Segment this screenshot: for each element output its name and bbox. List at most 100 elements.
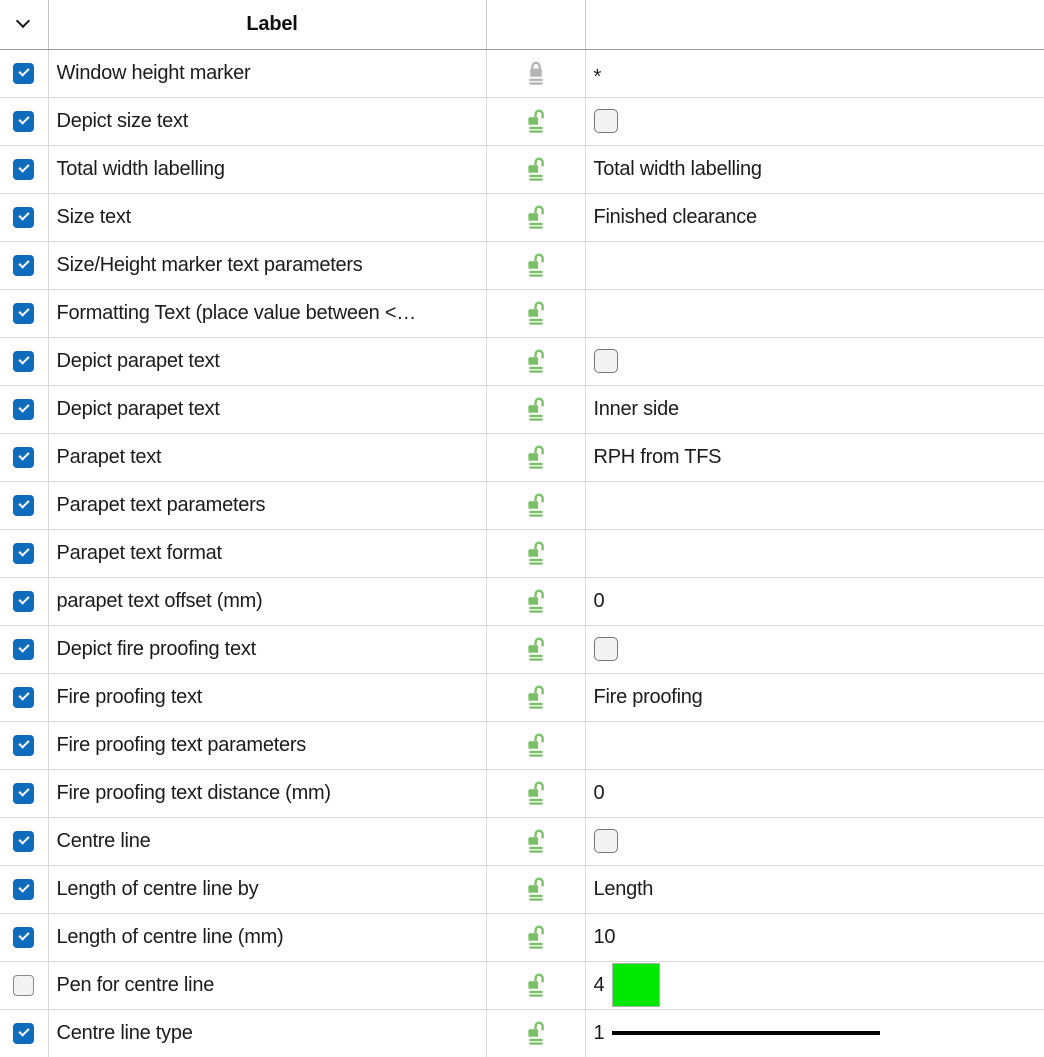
lock-open-icon[interactable] (523, 635, 549, 663)
row-label-cell[interactable]: Window height marker (48, 49, 487, 98)
table-row[interactable]: Parapet text format (0, 529, 1044, 578)
lock-open-icon[interactable] (523, 587, 549, 615)
row-label-cell[interactable]: Parapet text format (48, 529, 487, 578)
row-lock-cell[interactable] (486, 337, 586, 386)
row-enable-checkbox-cell[interactable] (0, 241, 49, 290)
column-header-value[interactable] (585, 0, 1044, 50)
table-row[interactable]: Parapet text parameters (0, 481, 1044, 530)
column-header-label[interactable]: Label (48, 0, 487, 50)
lock-open-icon[interactable] (523, 203, 549, 231)
row-label-cell[interactable]: Depict size text (48, 97, 487, 146)
row-lock-cell[interactable] (486, 49, 586, 98)
table-row[interactable]: Pen for centre line 4 (0, 961, 1044, 1010)
table-row[interactable]: Fire proofing text parameters (0, 721, 1044, 770)
checkbox-checked-icon[interactable] (13, 494, 35, 516)
lock-open-icon[interactable] (523, 1019, 549, 1047)
lock-open-icon[interactable] (523, 299, 549, 327)
row-value-cell[interactable]: Length (585, 865, 1044, 914)
row-lock-cell[interactable] (486, 673, 586, 722)
row-lock-cell[interactable] (486, 289, 586, 338)
row-enable-checkbox-cell[interactable] (0, 961, 49, 1010)
row-value-cell[interactable]: RPH from TFS (585, 433, 1044, 482)
row-enable-checkbox-cell[interactable] (0, 337, 49, 386)
row-value-cell[interactable]: * (585, 49, 1044, 98)
table-row[interactable]: Length of centre line by Length (0, 865, 1044, 914)
row-enable-checkbox-cell[interactable] (0, 913, 49, 962)
row-lock-cell[interactable] (486, 961, 586, 1010)
value-checkbox-unchecked-icon[interactable] (593, 637, 618, 661)
row-enable-checkbox-cell[interactable] (0, 433, 49, 482)
lock-open-icon[interactable] (523, 683, 549, 711)
row-label-cell[interactable]: Size text (48, 193, 487, 242)
lock-closed-icon[interactable] (523, 59, 549, 87)
table-row[interactable]: Depict size text (0, 97, 1044, 146)
row-enable-checkbox-cell[interactable] (0, 289, 49, 338)
row-value-cell[interactable] (585, 97, 1044, 146)
row-lock-cell[interactable] (486, 721, 586, 770)
lock-open-icon[interactable] (523, 779, 549, 807)
row-label-cell[interactable]: Depict fire proofing text (48, 625, 487, 674)
row-value-cell[interactable]: 0 (585, 577, 1044, 626)
checkbox-checked-icon[interactable] (13, 302, 35, 324)
lock-open-icon[interactable] (523, 971, 549, 999)
value-checkbox-unchecked-icon[interactable] (593, 829, 618, 853)
row-lock-cell[interactable] (486, 481, 586, 530)
table-row[interactable]: Fire proofing text Fire proofing (0, 673, 1044, 722)
checkbox-checked-icon[interactable] (13, 110, 35, 132)
table-row[interactable]: Parapet text RPH from TFS (0, 433, 1044, 482)
row-value-cell[interactable] (585, 625, 1044, 674)
checkbox-checked-icon[interactable] (13, 926, 35, 948)
row-lock-cell[interactable] (486, 865, 586, 914)
row-label-cell[interactable]: Depict parapet text (48, 337, 487, 386)
row-label-cell[interactable]: parapet text offset (mm) (48, 577, 487, 626)
row-value-cell[interactable]: Inner side (585, 385, 1044, 434)
lock-open-icon[interactable] (523, 347, 549, 375)
row-value-cell[interactable]: 4 (585, 961, 1044, 1010)
table-row[interactable]: Centre line (0, 817, 1044, 866)
row-label-cell[interactable]: Formatting Text (place value between <… (48, 289, 487, 338)
row-value-cell[interactable] (585, 481, 1044, 530)
row-lock-cell[interactable] (486, 913, 586, 962)
row-enable-checkbox-cell[interactable] (0, 481, 49, 530)
row-label-cell[interactable]: Centre line type (48, 1009, 487, 1057)
row-value-cell[interactable] (585, 721, 1044, 770)
table-row[interactable]: parapet text offset (mm) 0 (0, 577, 1044, 626)
row-lock-cell[interactable] (486, 145, 586, 194)
row-lock-cell[interactable] (486, 577, 586, 626)
checkbox-checked-icon[interactable] (13, 830, 35, 852)
table-row[interactable]: Size text Finished clearance (0, 193, 1044, 242)
row-lock-cell[interactable] (486, 97, 586, 146)
checkbox-checked-icon[interactable] (13, 878, 35, 900)
row-label-cell[interactable]: Size/Height marker text parameters (48, 241, 487, 290)
lock-open-icon[interactable] (523, 443, 549, 471)
checkbox-checked-icon[interactable] (13, 350, 35, 372)
lock-open-icon[interactable] (523, 539, 549, 567)
row-value-cell[interactable]: Fire proofing (585, 673, 1044, 722)
table-row[interactable]: Total width labelling Total width labelli… (0, 145, 1044, 194)
row-enable-checkbox-cell[interactable] (0, 721, 49, 770)
row-enable-checkbox-cell[interactable] (0, 97, 49, 146)
row-enable-checkbox-cell[interactable] (0, 193, 49, 242)
row-enable-checkbox-cell[interactable] (0, 865, 49, 914)
lock-open-icon[interactable] (523, 827, 549, 855)
checkbox-checked-icon[interactable] (13, 398, 35, 420)
checkbox-unchecked-icon[interactable] (13, 974, 35, 996)
checkbox-checked-icon[interactable] (13, 782, 35, 804)
row-lock-cell[interactable] (486, 193, 586, 242)
row-enable-checkbox-cell[interactable] (0, 577, 49, 626)
table-row[interactable]: Depict parapet text Inner side (0, 385, 1044, 434)
row-enable-checkbox-cell[interactable] (0, 1009, 49, 1057)
row-label-cell[interactable]: Fire proofing text distance (mm) (48, 769, 487, 818)
row-lock-cell[interactable] (486, 433, 586, 482)
checkbox-checked-icon[interactable] (13, 254, 35, 276)
expand-all-toggle[interactable] (0, 0, 49, 50)
checkbox-checked-icon[interactable] (13, 590, 35, 612)
row-enable-checkbox-cell[interactable] (0, 817, 49, 866)
checkbox-checked-icon[interactable] (13, 734, 35, 756)
column-header-lock[interactable] (486, 0, 586, 50)
row-label-cell[interactable]: Total width labelling (48, 145, 487, 194)
lock-open-icon[interactable] (523, 251, 549, 279)
table-row[interactable]: Size/Height marker text parameters (0, 241, 1044, 290)
row-value-cell[interactable] (585, 529, 1044, 578)
table-row[interactable]: Window height marker * (0, 49, 1044, 98)
